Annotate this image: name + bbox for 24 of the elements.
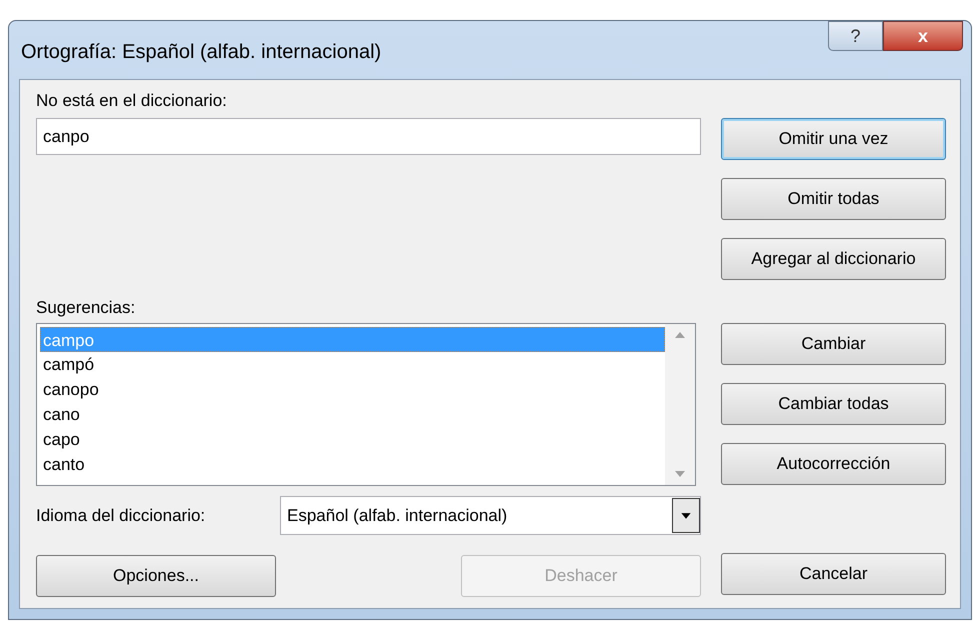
suggestion-item[interactable]: canto xyxy=(40,452,665,477)
dialog-button[interactable]: Opciones... xyxy=(36,555,276,597)
suggestions-label: Sugerencias: xyxy=(36,297,136,319)
dialog-button[interactable]: Cambiar xyxy=(721,323,946,365)
dialog-button[interactable]: Omitir todas xyxy=(721,178,946,220)
scroll-up-icon[interactable] xyxy=(675,332,685,338)
dialog-button[interactable]: Autocorrección xyxy=(721,443,946,485)
suggestion-item[interactable]: capo xyxy=(40,427,665,452)
window-title: Ortografía: Español (alfab. internacional) xyxy=(21,40,382,65)
scroll-down-icon[interactable] xyxy=(675,471,685,477)
language-label: Idioma del diccionario: xyxy=(36,504,206,527)
suggestion-item[interactable]: canopo xyxy=(40,377,665,402)
word-input-field[interactable]: canpo xyxy=(36,118,701,155)
scrollbar[interactable] xyxy=(665,324,695,485)
field-label: No está en el diccionario: xyxy=(36,90,228,112)
language-dropdown[interactable]: Español (alfab. internacional) xyxy=(280,496,701,535)
dialog-button[interactable]: Cambiar todas xyxy=(721,383,946,425)
suggestion-item[interactable]: cano xyxy=(40,402,665,427)
dialog-button[interactable]: Omitir una vez xyxy=(721,118,946,160)
dialog-button[interactable]: Cancelar xyxy=(721,553,946,595)
dialog-button[interactable]: Agregar al diccionario xyxy=(721,238,946,280)
dropdown-value: Español (alfab. internacional) xyxy=(287,504,508,527)
help-button[interactable]: ? xyxy=(828,21,883,51)
suggestion-item[interactable]: campó xyxy=(40,352,665,377)
